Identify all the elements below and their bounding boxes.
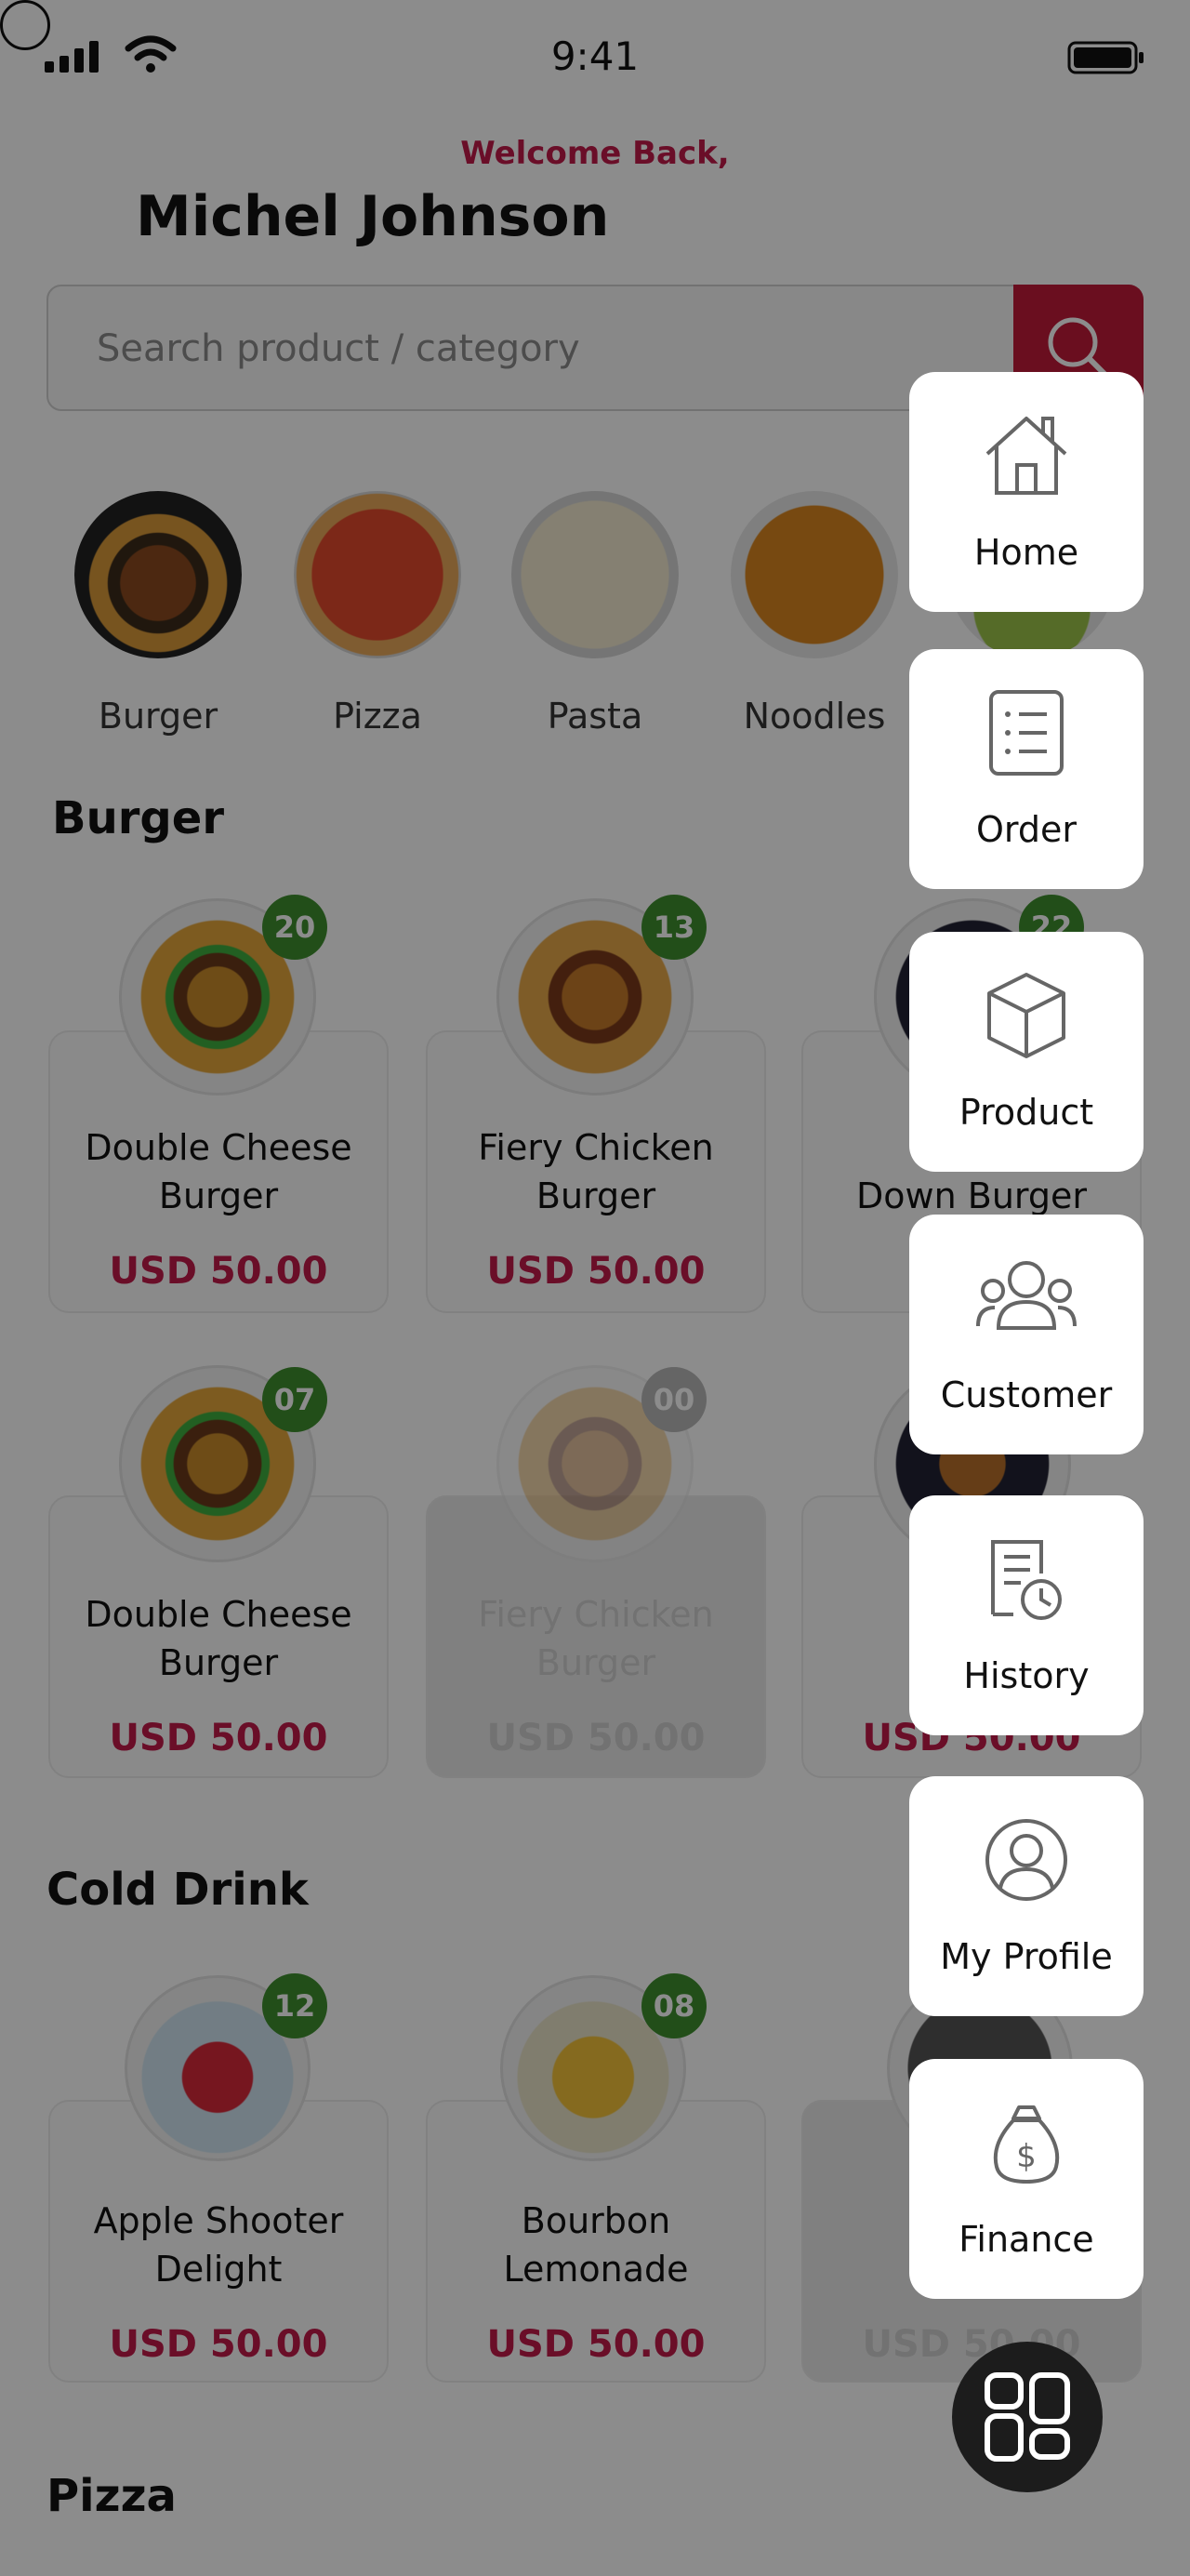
home-icon xyxy=(985,417,1067,495)
menu-label: History xyxy=(963,1655,1090,1696)
history-icon xyxy=(991,1540,1062,1620)
app-screen: 9:41 Welcome Back, Michel Johnson Search… xyxy=(0,0,1190,2576)
box-icon xyxy=(987,973,1065,1058)
users-icon xyxy=(976,1261,1077,1330)
menu-item-finance[interactable]: $ Finance xyxy=(909,2059,1144,2299)
profile-icon xyxy=(985,1819,1067,1901)
menu-item-history[interactable]: History xyxy=(909,1495,1144,1735)
menu-item-order[interactable]: Order xyxy=(909,649,1144,889)
menu-item-my-profile[interactable]: My Profile xyxy=(909,1776,1144,2016)
menu-item-product[interactable]: Product xyxy=(909,932,1144,1172)
menu-item-home[interactable]: Home xyxy=(909,372,1144,612)
menu-label: Order xyxy=(976,809,1077,850)
menu-label: Home xyxy=(973,532,1079,573)
menu-toggle-button[interactable] xyxy=(952,2342,1103,2492)
order-list-icon xyxy=(989,690,1064,776)
grid-menu-icon xyxy=(985,2372,1070,2462)
svg-text:$: $ xyxy=(1016,2138,1037,2175)
menu-item-customer[interactable]: Customer xyxy=(909,1215,1144,1454)
menu-label: Product xyxy=(959,1092,1094,1133)
menu-label: My Profile xyxy=(940,1936,1113,1977)
menu-label: Finance xyxy=(959,2219,1094,2260)
menu-label: Customer xyxy=(940,1374,1113,1415)
money-bag-icon: $ xyxy=(993,2105,1060,2184)
